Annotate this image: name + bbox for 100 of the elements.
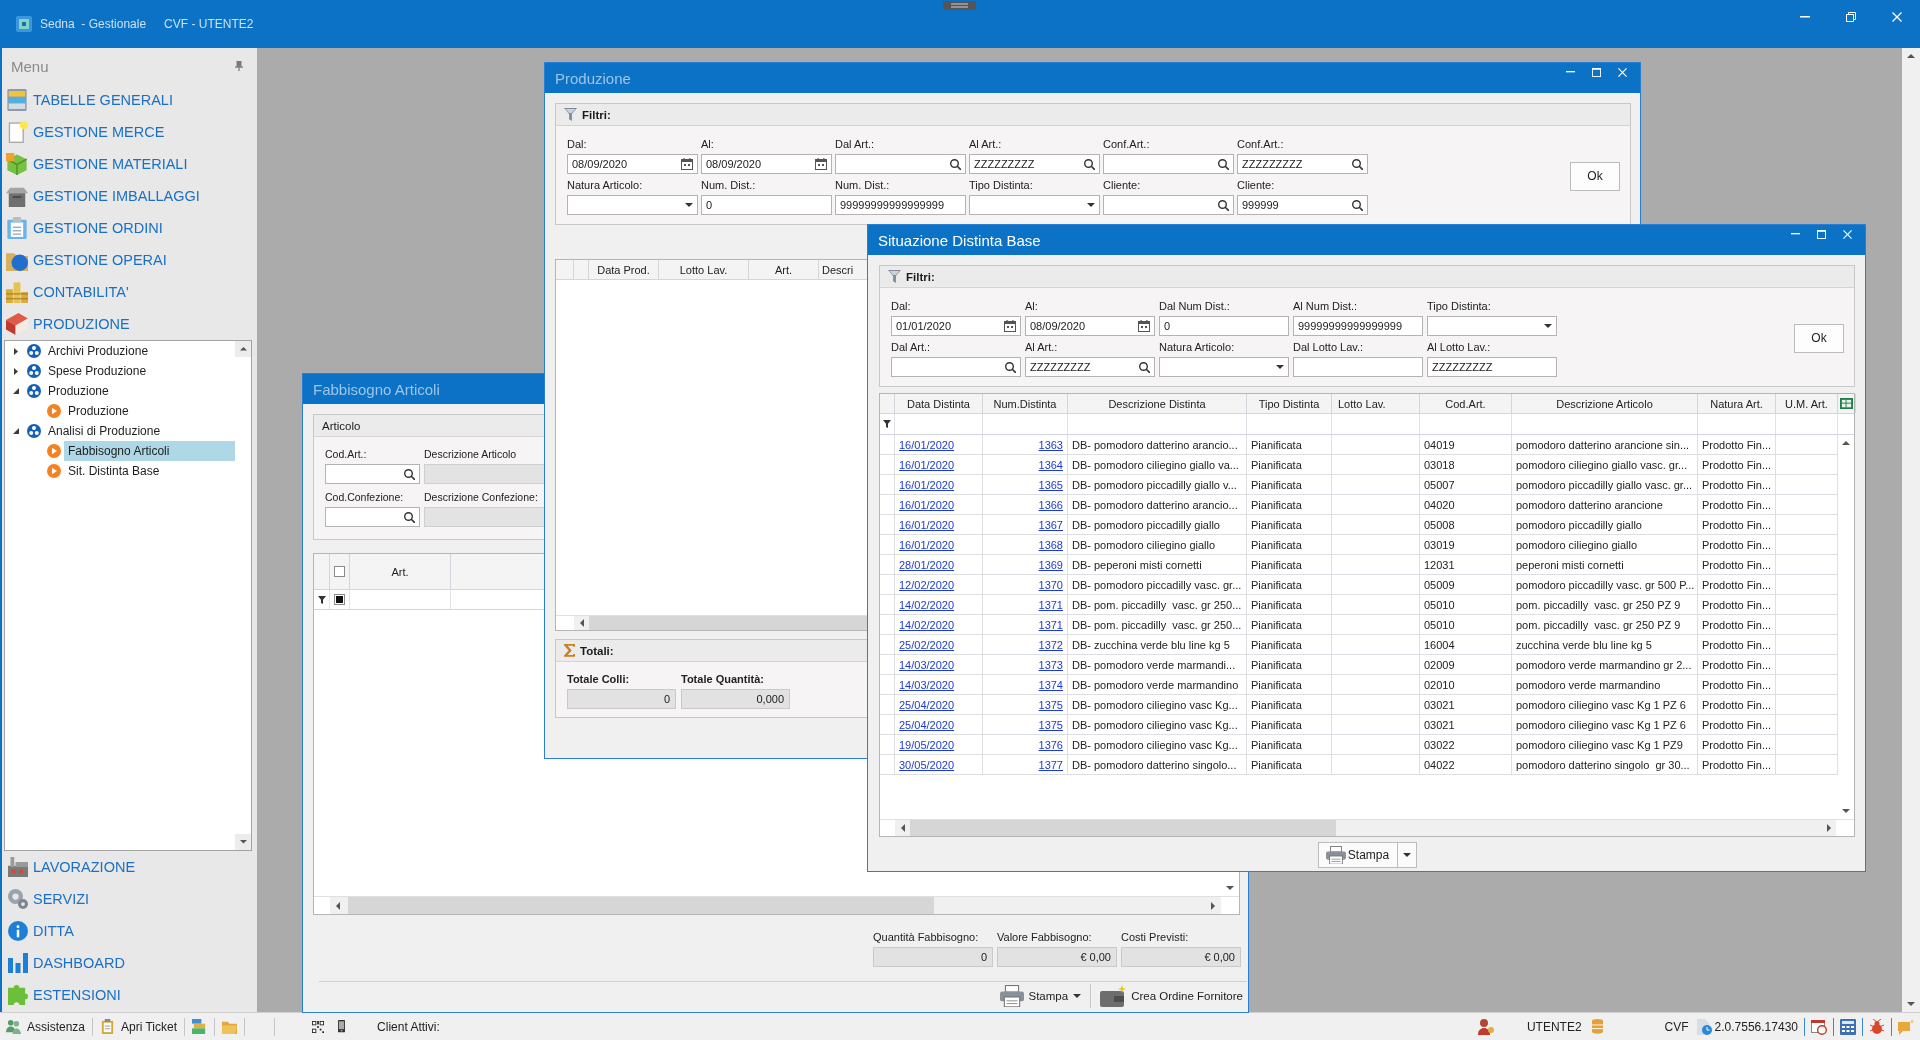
stack-icon[interactable]	[192, 1019, 208, 1034]
text-field[interactable]: 99999999999999999	[1293, 316, 1423, 336]
arrow-left-icon[interactable]	[336, 901, 340, 910]
search-field[interactable]: 999999	[1237, 195, 1368, 215]
menu-section[interactable]: CONTABILITA'	[2, 276, 257, 308]
column-header[interactable]: Art.	[749, 260, 819, 279]
search-field[interactable]: ZZZZZZZZZ	[1025, 357, 1155, 377]
number-link[interactable]: 1372	[1038, 638, 1063, 651]
column-header[interactable]: Cod.Art.	[1420, 394, 1512, 413]
arrow-down-icon[interactable]	[239, 840, 247, 844]
date-link[interactable]: 16/01/2020	[899, 518, 955, 531]
search-field[interactable]	[1103, 154, 1234, 174]
arrow-up-icon[interactable]	[1842, 441, 1850, 445]
qr-code-icon[interactable]	[312, 1020, 325, 1033]
print-button[interactable]: Stampa	[995, 983, 1086, 1009]
date-link[interactable]: 30/05/2020	[899, 758, 955, 771]
number-link[interactable]: 1368	[1038, 538, 1063, 551]
ok-button[interactable]: Ok	[1570, 161, 1620, 191]
text-field[interactable]	[1293, 357, 1423, 377]
text-field[interactable]: 99999999999999999	[835, 195, 966, 215]
print-button[interactable]: Stampa	[1317, 842, 1398, 868]
column-header[interactable]: Num.Distinta	[983, 394, 1068, 413]
date-link[interactable]: 28/01/2020	[899, 558, 955, 571]
text-field[interactable]: ZZZZZZZZZ	[1427, 357, 1557, 377]
grip-icon[interactable]	[943, 1, 976, 10]
dropdown-field[interactable]	[1159, 357, 1289, 377]
menu-section[interactable]: GESTIONE MATERIALI	[2, 148, 257, 180]
column-header[interactable]: Descrizione Articolo	[1512, 394, 1698, 413]
pin-icon[interactable]	[235, 61, 243, 71]
date-field[interactable]: 08/09/2020	[701, 154, 832, 174]
date-link[interactable]: 25/04/2020	[899, 718, 955, 731]
arrow-up-icon[interactable]	[1907, 54, 1915, 58]
search-field[interactable]: ZZZZZZZZZ	[1237, 154, 1368, 174]
search-field[interactable]: ZZZZZZZZZ	[969, 154, 1100, 174]
menu-section[interactable]: ESTENSIONI	[2, 979, 257, 1011]
arrow-down-icon[interactable]	[1907, 1002, 1915, 1006]
scrollbar-thumb[interactable]	[348, 897, 934, 914]
tree-item[interactable]: Spese Produzione	[44, 361, 151, 381]
number-link[interactable]: 1375	[1038, 698, 1063, 711]
date-link[interactable]: 16/01/2020	[899, 458, 955, 471]
number-link[interactable]: 1364	[1038, 458, 1063, 471]
column-header[interactable]: Lotto Lav.	[659, 260, 749, 279]
bug-icon[interactable]	[1869, 1018, 1885, 1035]
dropdown-field[interactable]	[969, 195, 1100, 215]
search-field[interactable]	[325, 507, 420, 527]
ok-button[interactable]: Ok	[1794, 323, 1844, 353]
arrow-down-icon[interactable]	[1842, 809, 1850, 813]
date-field[interactable]: 08/09/2020	[1025, 316, 1155, 336]
column-header[interactable]: Art.	[350, 554, 451, 589]
menu-section[interactable]: LAVORAZIONE	[2, 851, 257, 883]
checkbox[interactable]	[334, 566, 345, 577]
number-link[interactable]: 1371	[1038, 618, 1063, 631]
number-link[interactable]: 1369	[1038, 558, 1063, 571]
calculator-icon[interactable]	[1840, 1018, 1856, 1035]
number-link[interactable]: 1365	[1038, 478, 1063, 491]
date-link[interactable]: 16/01/2020	[899, 438, 955, 451]
date-link[interactable]: 25/04/2020	[899, 698, 955, 711]
arrow-left-icon[interactable]	[579, 619, 584, 627]
menu-section[interactable]: GESTIONE OPERAI	[2, 244, 257, 276]
tree-arrow-icon[interactable]	[13, 388, 19, 394]
number-link[interactable]: 1363	[1038, 438, 1063, 451]
column-header[interactable]: Tipo Distinta	[1247, 394, 1332, 413]
assistance-button[interactable]: Assistenza	[6, 1015, 86, 1038]
text-field[interactable]: 0	[701, 195, 832, 215]
calendar-clock-icon[interactable]	[1811, 1018, 1827, 1035]
tree-item[interactable]: Produzione	[44, 381, 113, 401]
date-field[interactable]: 01/01/2020	[891, 316, 1021, 336]
vertical-scrollbar[interactable]	[1902, 48, 1920, 1012]
horizontal-scrollbar[interactable]	[895, 820, 1836, 836]
column-header[interactable]: U.M. Art.	[1776, 394, 1838, 413]
menu-section[interactable]: DITTA	[2, 915, 257, 947]
arrow-down-icon[interactable]	[1226, 886, 1234, 890]
search-field[interactable]	[835, 154, 966, 174]
tree-item[interactable]: Sit. Distinta Base	[64, 461, 164, 481]
column-header[interactable]: Data Prod.	[589, 260, 659, 279]
tree-item[interactable]: Fabbisogno Articoli	[64, 441, 235, 461]
date-link[interactable]: 16/01/2020	[899, 538, 955, 551]
arrow-left-icon[interactable]	[900, 824, 905, 832]
number-link[interactable]: 1370	[1038, 578, 1063, 591]
number-link[interactable]: 1373	[1038, 658, 1063, 671]
menu-section[interactable]: SERVIZI	[2, 883, 257, 915]
date-link[interactable]: 12/02/2020	[899, 578, 955, 591]
date-link[interactable]: 14/03/2020	[899, 658, 955, 671]
column-header[interactable]: Data Distinta	[895, 394, 983, 413]
column-header[interactable]: Descrizione Distinta	[1068, 394, 1247, 413]
menu-section[interactable]: GESTIONE ORDINI	[2, 212, 257, 244]
date-link[interactable]: 19/05/2020	[899, 738, 955, 751]
tree-arrow-icon[interactable]	[13, 428, 19, 434]
date-link[interactable]: 16/01/2020	[899, 478, 955, 491]
date-link[interactable]: 14/02/2020	[899, 598, 955, 611]
tree-arrow-icon[interactable]	[14, 347, 18, 355]
arrow-right-icon[interactable]	[1826, 824, 1831, 832]
column-header[interactable]: Natura Art.	[1698, 394, 1776, 413]
checkbox[interactable]	[334, 594, 345, 605]
date-link[interactable]: 14/02/2020	[899, 618, 955, 631]
phone-icon[interactable]	[338, 1020, 346, 1033]
number-link[interactable]: 1374	[1038, 678, 1063, 691]
dropdown-field[interactable]	[1427, 316, 1557, 336]
menu-section[interactable]: PRODUZIONE	[2, 308, 257, 340]
date-link[interactable]: 25/02/2020	[899, 638, 955, 651]
